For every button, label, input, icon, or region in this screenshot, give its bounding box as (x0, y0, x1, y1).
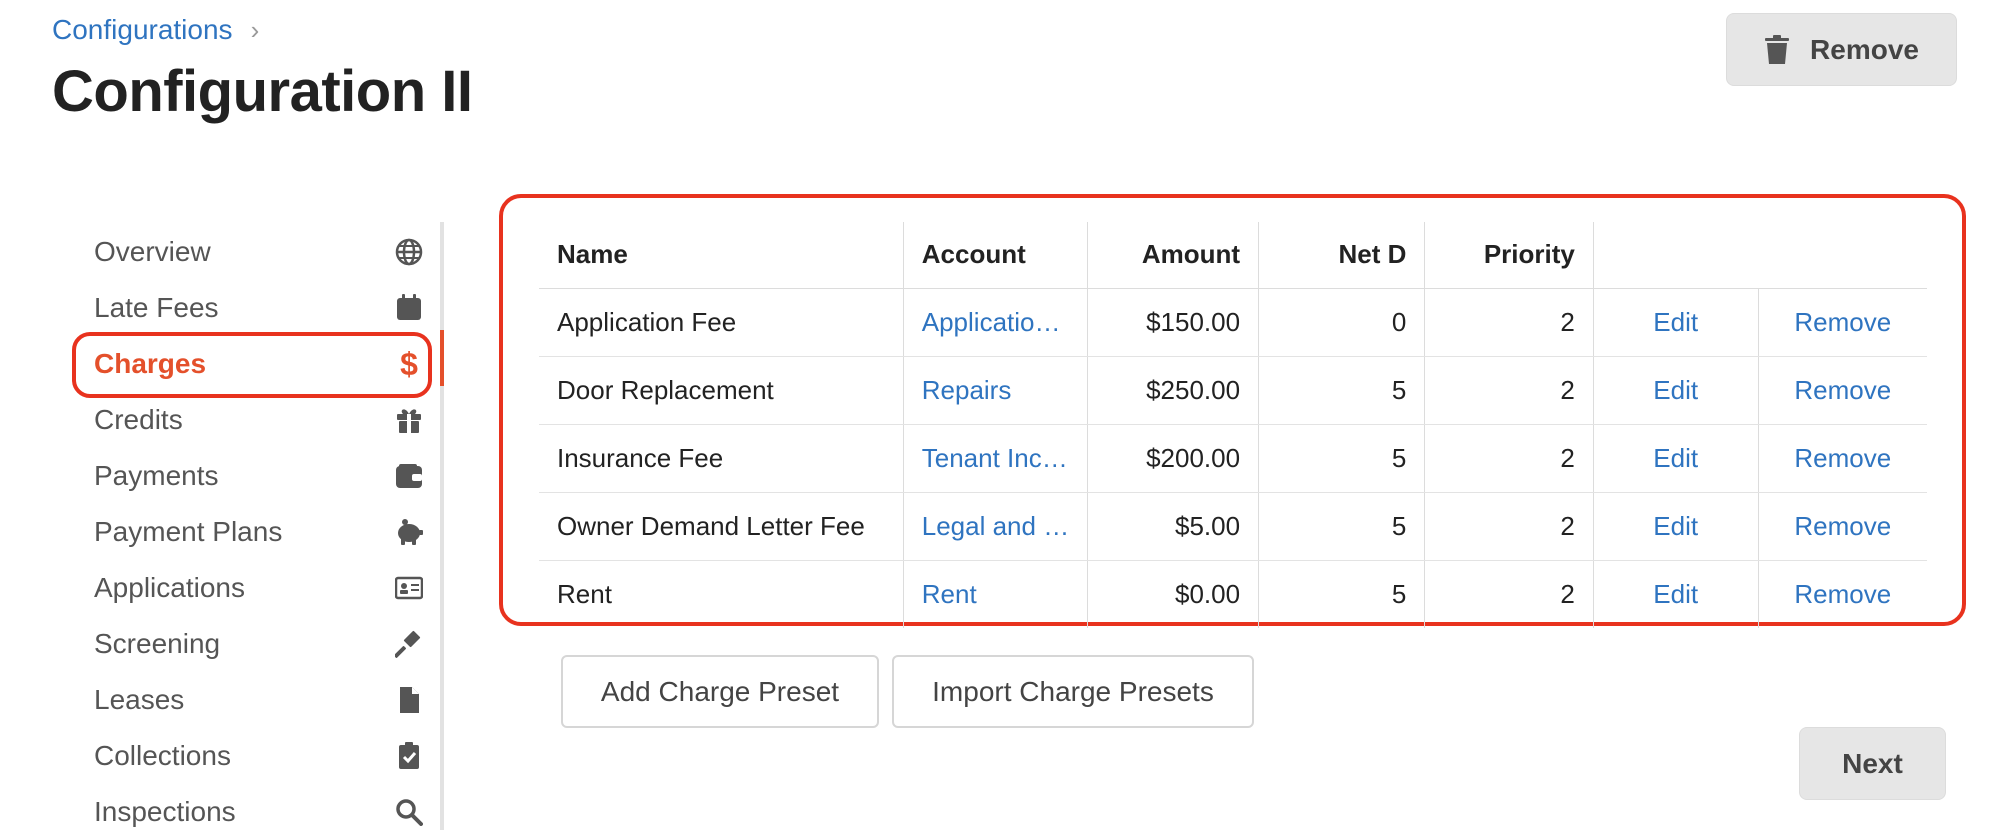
row-priority: 2 (1424, 560, 1594, 628)
page-title: Configuration II (52, 59, 473, 124)
sidebar-item-label: Applications (94, 572, 245, 603)
row-edit-link[interactable]: Edit (1592, 424, 1759, 493)
sidebar-item-label: Payments (94, 460, 219, 491)
row-remove-link[interactable]: Remove (1757, 560, 1927, 628)
sidebar-item-label: Payment Plans (94, 516, 283, 547)
sidebar-item-screening[interactable]: Screening (94, 616, 424, 672)
next-button[interactable]: Next (1799, 727, 1946, 800)
row-amount: $250.00 (1087, 356, 1259, 425)
remove-button[interactable]: Remove (1726, 13, 1957, 86)
piggy-bank-icon (394, 517, 424, 547)
row-remove-link[interactable]: Remove (1757, 288, 1927, 357)
sidebar-item-label: Leases (94, 684, 185, 715)
row-account-link[interactable]: Rent (902, 560, 1088, 628)
sidebar-item-label: Collections (94, 740, 231, 771)
row-priority: 2 (1424, 424, 1594, 493)
search-icon (394, 797, 424, 827)
row-remove-link[interactable]: Remove (1757, 492, 1927, 561)
row-name: Insurance Fee (539, 424, 904, 493)
row-amount: $150.00 (1087, 288, 1259, 357)
row-net-d: 5 (1258, 356, 1425, 425)
table-row: Insurance Fee Tenant Inc… $200.00 5 2 Ed… (539, 424, 1927, 493)
row-edit-link[interactable]: Edit (1592, 356, 1759, 425)
gift-icon (394, 405, 424, 435)
row-name: Rent (557, 578, 612, 609)
row-amount: $0.00 (1087, 560, 1259, 628)
active-indicator (440, 330, 444, 386)
row-account-link[interactable]: Applicatio… (902, 288, 1088, 357)
row-remove-link[interactable]: Remove (1757, 356, 1927, 425)
import-charge-presets-button[interactable]: Import Charge Presets (892, 655, 1254, 728)
row-edit-link[interactable]: Edit (1592, 288, 1759, 357)
sidebar-item-overview[interactable]: Overview (94, 224, 424, 280)
row-name: Door Replacement (539, 356, 904, 425)
column-header-name[interactable]: Name (539, 222, 904, 289)
row-account-link[interactable]: Tenant Inc… (902, 424, 1088, 493)
add-charge-preset-button[interactable]: Add Charge Preset (561, 655, 879, 728)
sidebar-item-label: Late Fees (94, 292, 219, 323)
column-header-account[interactable]: Account (902, 222, 1088, 289)
sidebar: Overview Late Fees Charges $ Credits Pay… (72, 222, 444, 830)
sidebar-item-late-fees[interactable]: Late Fees (94, 280, 424, 336)
row-amount: $5.00 (1087, 492, 1259, 561)
row-account-link[interactable]: Legal and … (902, 492, 1088, 561)
chevron-right-icon: › (250, 14, 260, 45)
calendar-icon (394, 293, 424, 323)
sidebar-item-label: Overview (94, 236, 211, 267)
sidebar-item-payment-plans[interactable]: Payment Plans (94, 504, 424, 560)
column-header-net-d[interactable]: Net D (1258, 222, 1425, 289)
table-row: Application Fee Applicatio… $150.00 0 2 … (539, 288, 1927, 357)
sidebar-item-leases[interactable]: Leases (94, 672, 424, 728)
column-header-priority[interactable]: Priority (1424, 222, 1594, 289)
clipboard-check-icon (394, 741, 424, 771)
row-name: Owner Demand Letter Fee (539, 492, 904, 561)
wallet-icon (394, 461, 424, 491)
sidebar-item-applications[interactable]: Applications (94, 560, 424, 616)
row-net-d: 5 (1258, 424, 1425, 493)
trash-icon (1765, 34, 1790, 64)
sidebar-item-inspections[interactable]: Inspections (94, 784, 424, 830)
sidebar-item-payments[interactable]: Payments (94, 448, 424, 504)
row-edit-link[interactable]: Edit (1592, 560, 1759, 628)
table-row: Rent Rent $0.00 5 2 Edit Remove (539, 560, 1927, 628)
file-icon (394, 685, 424, 715)
table-header-row: Name Account Amount Net D Priority (539, 222, 1927, 289)
breadcrumb: Configurations › (52, 14, 259, 46)
row-priority: 2 (1424, 288, 1594, 357)
row-priority: 2 (1424, 356, 1594, 425)
remove-button-label: Remove (1810, 33, 1919, 65)
globe-icon (394, 237, 424, 267)
table-row: Owner Demand Letter Fee Legal and … $5.0… (539, 492, 1927, 561)
gavel-icon (394, 629, 424, 659)
sidebar-item-credits[interactable]: Credits (94, 392, 424, 448)
sidebar-item-label: Screening (94, 628, 221, 659)
breadcrumb-configurations-link[interactable]: Configurations (52, 14, 233, 46)
row-remove-link[interactable]: Remove (1757, 424, 1927, 493)
id-card-icon (394, 573, 424, 603)
sidebar-item-label: Inspections (94, 796, 236, 827)
row-name: Application Fee (539, 288, 904, 357)
column-header-actions (1592, 222, 1759, 289)
row-edit-link[interactable]: Edit (1592, 492, 1759, 561)
column-header-actions-2 (1758, 222, 1927, 289)
sidebar-item-label: Credits (94, 404, 183, 435)
sidebar-item-collections[interactable]: Collections (94, 728, 424, 784)
table-row: Door Replacement Repairs $250.00 5 2 Edi… (539, 356, 1927, 425)
row-account-link[interactable]: Repairs (902, 356, 1088, 425)
row-priority: 2 (1424, 492, 1594, 561)
row-net-d: 5 (1258, 492, 1425, 561)
row-amount: $200.00 (1087, 424, 1259, 493)
charges-highlight (72, 332, 432, 398)
column-header-amount[interactable]: Amount (1087, 222, 1259, 289)
charge-presets-table: Name Account Amount Net D Priority Appli… (539, 222, 1927, 628)
row-net-d: 0 (1258, 288, 1425, 357)
row-net-d: 5 (1258, 560, 1425, 628)
